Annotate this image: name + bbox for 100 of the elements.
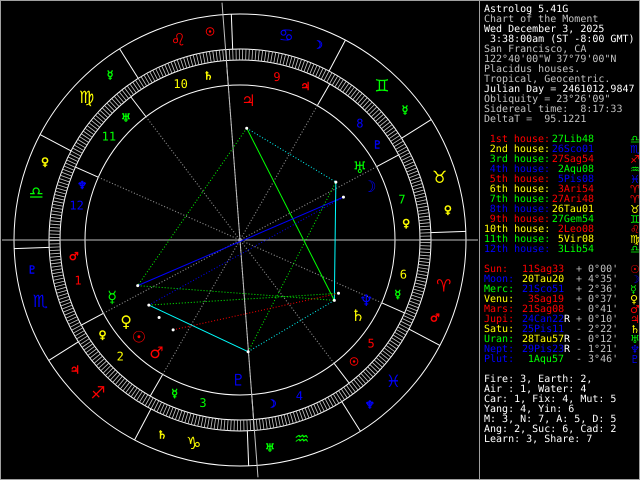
house-number: 5	[367, 336, 375, 350]
planet-glyph: ♀	[120, 312, 132, 331]
chart-info-line: DeltaT = 95.1221	[484, 115, 588, 125]
house-label: 4th house:	[488, 165, 550, 175]
house-label: 1st house:	[488, 135, 550, 145]
house-label: 7th house:	[488, 195, 550, 205]
planet-glyph: ♃	[241, 90, 256, 110]
sign-ruler-glyph: ☿	[106, 68, 114, 82]
house-number: 1	[74, 274, 82, 288]
zodiac-sign-glyph: ♍	[79, 88, 94, 108]
house-ruler-glyph: ♃	[300, 80, 310, 93]
house-number: 3	[199, 396, 207, 410]
sign-ruler-glyph: ♄	[157, 428, 167, 442]
house-number: 4	[296, 389, 303, 404]
retrograde-mark: R	[564, 344, 570, 355]
planet-latitude: - 1°21'	[576, 345, 620, 355]
planet-symbol: ☿	[630, 285, 637, 295]
planet-glyph: ♅	[352, 158, 367, 178]
planet-position: 3Sag19	[528, 295, 564, 305]
planet-latitude: - 2°22'	[576, 325, 620, 335]
chart-info-line: Obliquity = 23°26'09"	[484, 95, 610, 105]
planet-glyph: ☉	[132, 327, 146, 346]
zodiac-sign-glyph: ♊	[374, 76, 390, 97]
house-ruler-glyph: ♀	[98, 328, 107, 342]
sign-glyph: ♈	[630, 195, 639, 205]
house-ruler-glyph: ☿	[394, 288, 402, 302]
sign-glyph: ♎	[630, 135, 639, 145]
zodiac-sign-glyph: ♎	[28, 184, 44, 204]
house-number: 6	[400, 268, 407, 282]
house-number: 12	[69, 198, 84, 212]
planet-latitude: + 4°35'	[576, 275, 620, 285]
element-summary-line: Air : 1, Water: 4	[484, 385, 586, 395]
planet-position: 21Sag08	[522, 305, 564, 315]
sign-ruler-glyph: ♇	[27, 263, 38, 276]
chart-info-line: San Francisco, CA	[484, 45, 586, 55]
house-ruler-glyph: ♄	[203, 70, 214, 83]
planet-position: 1Aqu57	[526, 355, 564, 365]
chart-info-line: Astrolog 5.41G	[484, 5, 568, 15]
house-cusp: 26Sco01	[550, 145, 594, 155]
house-ruler-glyph: ♀	[402, 217, 410, 230]
planet-latitude: - 3°46'	[576, 355, 620, 365]
house-ruler-glyph: ♇	[372, 138, 382, 152]
planet-symbol: ♆	[630, 345, 639, 355]
zodiac-sign-glyph: ♉	[432, 168, 448, 188]
planet-latitude: + 0°00'	[576, 265, 620, 275]
planet-symbol: ♇	[630, 355, 639, 365]
sign-ruler-glyph: ☽	[313, 38, 323, 52]
house-label: 5th house:	[488, 175, 550, 185]
planet-symbol: ♄	[630, 325, 639, 335]
sign-ruler-glyph: ♃	[70, 363, 80, 376]
sign-glyph: ♌	[630, 225, 639, 235]
sign-ruler-glyph: ☉	[205, 26, 215, 39]
chart-info-line: Chart of the Moment	[484, 15, 598, 25]
house-cusp: 27Sag54	[550, 155, 594, 165]
planet-position: 28Tau57	[522, 335, 564, 345]
planet-name: Jupi:	[484, 315, 516, 325]
house-ruler-glyph: ☉	[349, 355, 360, 368]
chart-info-line: Placidus houses.	[484, 65, 580, 75]
chart-info-line: Julian Day = 2461012.9847	[484, 85, 636, 95]
element-summary-line: Fire: 3, Earth: 2,	[484, 375, 594, 385]
house-ruler-glyph: ☽	[266, 397, 277, 410]
zodiac-sign-glyph: ♐	[90, 383, 106, 404]
planet-symbol: ☉	[630, 265, 639, 275]
house-label: 10th house:	[484, 225, 550, 235]
chart-info-line: Tropical, Geocentric.	[484, 75, 610, 85]
planet-latitude: + 0°10'	[576, 315, 620, 325]
chart-info-line: 122°40'00"W 37°79'00"N	[484, 55, 618, 65]
house-label: 8th house:	[488, 205, 550, 215]
planet-position: 21Sco51	[522, 285, 564, 295]
house-number: 2	[116, 349, 124, 364]
zodiac-sign-glyph: ♏	[32, 292, 48, 312]
planet-name: Merc:	[484, 285, 516, 295]
house-ruler-glyph: ♆	[77, 178, 88, 192]
sign-ruler-glyph: ☿	[402, 104, 408, 117]
planet-glyph: ☽	[362, 176, 376, 196]
planet-position: 20Tau20	[522, 275, 564, 285]
planet-glyph: ♂	[149, 342, 164, 362]
chart-info-line: Sidereal time: 8:17:33	[484, 105, 624, 115]
chart-info-line: Wed December 3, 2025	[484, 25, 606, 35]
planet-glyph: ☿	[107, 288, 118, 307]
sign-glyph: ♐	[630, 155, 639, 165]
element-summary-line: Ang: 2, Suc: 6, Cad: 2	[484, 425, 618, 435]
sign-ruler-glyph: ♂	[430, 311, 440, 324]
planet-name: Satu:	[484, 325, 516, 335]
planet-name: Sun:	[484, 265, 508, 275]
planet-name: Plut:	[484, 355, 516, 365]
planet-latitude: - 0°41'	[576, 305, 620, 315]
house-number: 11	[102, 130, 116, 144]
house-cusp: 5Vir08	[556, 235, 594, 245]
sign-glyph: ♉	[630, 205, 639, 215]
house-ruler-glyph: ☿	[171, 387, 178, 400]
sign-glyph: ♊	[630, 215, 639, 225]
planet-name: Venu:	[484, 295, 516, 305]
house-cusp: 27Ari48	[550, 195, 594, 205]
element-summary-line: Learn: 3, Share: 7	[484, 435, 594, 445]
sign-glyph: ♒	[630, 165, 639, 175]
house-cusp: 2Leo08	[556, 225, 594, 235]
planet-symbol: ♃	[630, 315, 639, 325]
planet-name: Moon:	[484, 275, 516, 285]
house-number: 7	[398, 192, 406, 206]
